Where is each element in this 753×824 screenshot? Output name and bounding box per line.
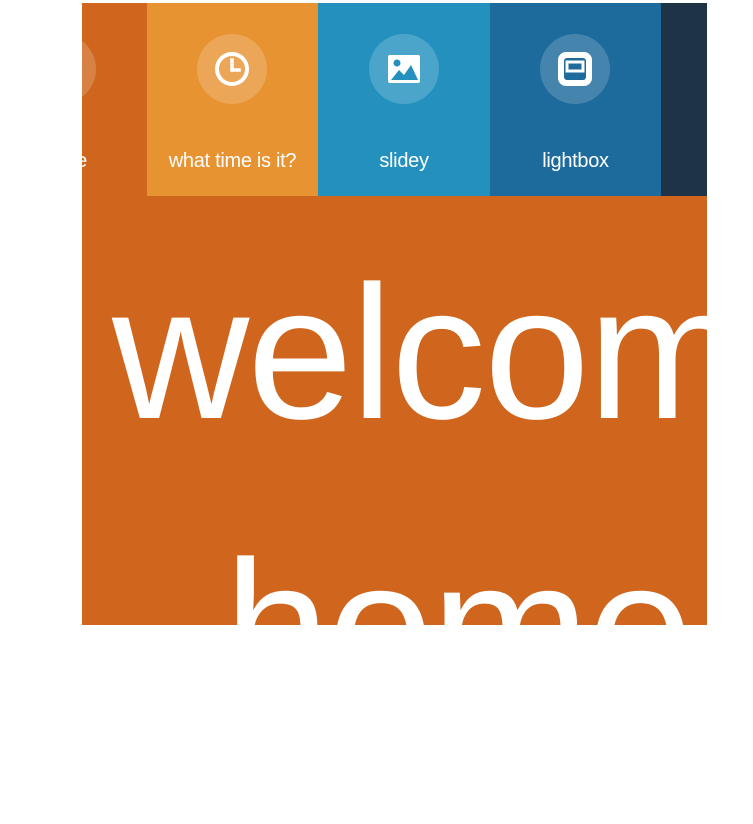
nav-tile-label: what time is it? [168,150,297,172]
lightbox-icon [540,34,610,104]
home-icon [82,34,96,104]
hero-home-text: home [224,533,693,625]
image-icon [369,34,439,104]
nav-tile-slidey[interactable]: slidey [318,3,490,196]
nav-tile-what-time[interactable]: what time is it? [147,3,318,196]
demo-nav: e what time is it? slidey [82,3,707,196]
nav-tile-label: e [82,150,87,173]
nav-tile-more[interactable] [661,3,707,196]
app-viewport: e what time is it? slidey [82,3,707,625]
nav-tile-home[interactable]: e [82,3,147,196]
hero-welcome-text: welcome [112,247,707,459]
clock-icon [197,34,267,104]
nav-tile-label: lightbox [542,150,609,172]
nav-tile-lightbox[interactable]: lightbox [490,3,661,196]
nav-tile-label: slidey [379,150,429,172]
